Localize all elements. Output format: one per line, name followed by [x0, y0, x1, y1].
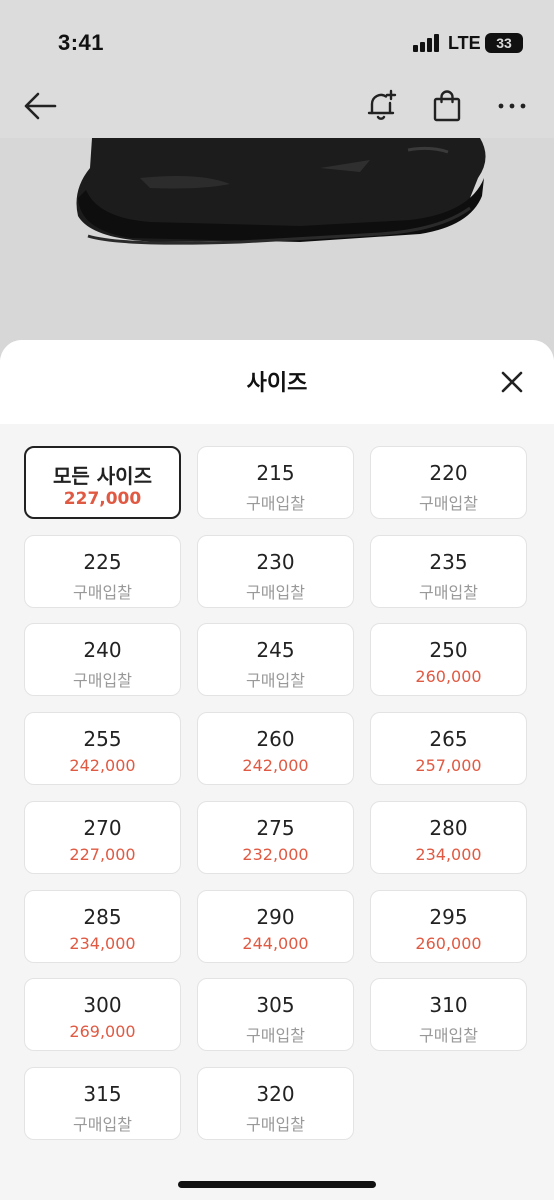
size-option[interactable]: 245 구매입찰	[197, 623, 354, 696]
size-label: 215	[256, 461, 295, 485]
size-price: 234,000	[69, 934, 136, 953]
back-button[interactable]	[22, 88, 58, 124]
size-label: 240	[83, 638, 122, 662]
bell-plus-icon	[367, 89, 397, 120]
size-label: 310	[429, 993, 468, 1017]
size-price: 234,000	[415, 845, 482, 864]
size-label: 270	[83, 816, 122, 840]
size-option[interactable]: 225 구매입찰	[24, 535, 181, 608]
size-label: 305	[256, 993, 295, 1017]
status-time: 3:41	[58, 30, 105, 55]
bid-label: 구매입찰	[419, 494, 478, 513]
size-option[interactable]: 220 구매입찰	[370, 446, 527, 519]
size-label: 235	[429, 550, 468, 574]
size-label: 280	[429, 816, 468, 840]
size-label: 255	[83, 727, 122, 751]
bid-label: 구매입찰	[246, 1115, 305, 1134]
size-label: 225	[83, 550, 122, 574]
more-dots-icon	[498, 103, 526, 109]
price-alert-button[interactable]	[364, 88, 400, 124]
sheet-title: 사이즈	[246, 371, 308, 396]
size-label: 265	[429, 727, 468, 751]
network-label: LTE	[448, 33, 481, 53]
shopping-bag-icon	[433, 90, 461, 122]
size-price: 244,000	[242, 934, 309, 953]
size-sheet: 사이즈 모든 사이즈 227,000 215 구매입찰 220 구매입찰 225 구매입찰 23…	[0, 340, 554, 1200]
size-option[interactable]: 270 227,000	[24, 801, 181, 874]
bag-button[interactable]	[429, 88, 465, 124]
size-option[interactable]: 255 242,000	[24, 712, 181, 785]
bid-label: 구매입찰	[246, 671, 305, 690]
size-option[interactable]: 280 234,000	[370, 801, 527, 874]
signal-icon	[413, 34, 443, 52]
size-option[interactable]: 310 구매입찰	[370, 978, 527, 1051]
size-price: 242,000	[69, 756, 136, 775]
more-button[interactable]	[494, 88, 530, 124]
bid-label: 구매입찰	[73, 671, 132, 690]
size-option[interactable]: 285 234,000	[24, 890, 181, 963]
size-label: 315	[83, 1082, 122, 1106]
close-icon	[501, 371, 523, 393]
size-label: 245	[256, 638, 295, 662]
bid-label: 구매입찰	[73, 1115, 132, 1134]
size-option[interactable]: 250 260,000	[370, 623, 527, 696]
size-label: 250	[429, 638, 468, 662]
size-option[interactable]: 265 257,000	[370, 712, 527, 785]
bid-label: 구매입찰	[246, 494, 305, 513]
size-label: 230	[256, 550, 295, 574]
size-option[interactable]: 305 구매입찰	[197, 978, 354, 1051]
bid-label: 구매입찰	[419, 1026, 478, 1045]
sheet-header: 사이즈	[0, 340, 554, 424]
size-option[interactable]: 290 244,000	[197, 890, 354, 963]
size-price: 257,000	[415, 756, 482, 775]
size-label: 275	[256, 816, 295, 840]
size-label: 220	[429, 461, 468, 485]
size-label: 300	[83, 993, 122, 1017]
size-price: 269,000	[69, 1022, 136, 1041]
arrow-left-icon	[24, 92, 57, 120]
size-option[interactable]: 235 구매입찰	[370, 535, 527, 608]
battery-icon: 33	[485, 33, 523, 53]
product-image	[0, 138, 554, 358]
size-option[interactable]: 315 구매입찰	[24, 1067, 181, 1140]
size-option[interactable]: 240 구매입찰	[24, 623, 181, 696]
battery-level: 33	[496, 35, 512, 51]
size-option[interactable]: 300 269,000	[24, 978, 181, 1051]
size-price: 227,000	[69, 845, 136, 864]
size-price: 260,000	[415, 667, 482, 686]
size-label: 290	[256, 905, 295, 929]
status-bar: 3:41 LTE 33	[0, 0, 554, 76]
size-option[interactable]: 320 구매입찰	[197, 1067, 354, 1140]
bid-label: 구매입찰	[73, 583, 132, 602]
top-nav	[0, 76, 554, 138]
size-label: 모든 사이즈	[53, 464, 152, 488]
close-button[interactable]	[496, 366, 528, 398]
bid-label: 구매입찰	[246, 1026, 305, 1045]
shoe-image	[76, 138, 486, 245]
size-option[interactable]: 275 232,000	[197, 801, 354, 874]
bid-label: 구매입찰	[419, 583, 478, 602]
size-price: 242,000	[242, 756, 309, 775]
size-price: 232,000	[242, 845, 309, 864]
size-label: 285	[83, 905, 122, 929]
size-option[interactable]: 260 242,000	[197, 712, 354, 785]
size-option[interactable]: 230 구매입찰	[197, 535, 354, 608]
size-option-all[interactable]: 모든 사이즈 227,000	[24, 446, 181, 519]
bid-label: 구매입찰	[246, 583, 305, 602]
home-indicator	[178, 1181, 376, 1188]
size-label: 260	[256, 727, 295, 751]
size-label: 295	[429, 905, 468, 929]
size-option[interactable]: 295 260,000	[370, 890, 527, 963]
size-option[interactable]: 215 구매입찰	[197, 446, 354, 519]
size-label: 320	[256, 1082, 295, 1106]
size-price: 227,000	[63, 489, 142, 509]
size-price: 260,000	[415, 934, 482, 953]
